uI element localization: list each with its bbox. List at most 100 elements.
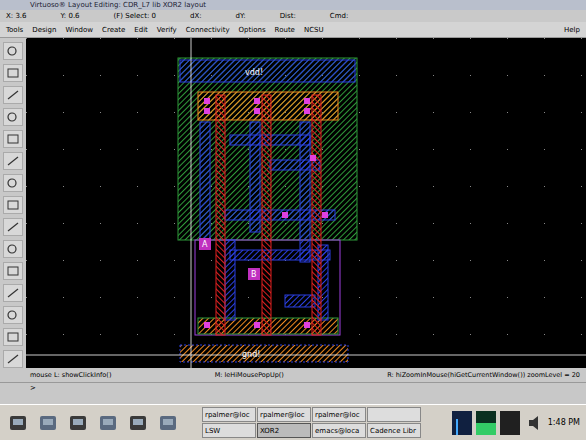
metal1[interactable] [285, 295, 315, 307]
menu-item[interactable]: Route [275, 26, 295, 34]
app-icon [158, 413, 178, 433]
metal1[interactable] [200, 122, 210, 242]
layout-canvas[interactable]: vdd! gnd! A B [26, 38, 586, 368]
tool-button[interactable] [3, 152, 23, 170]
tool-icon [6, 331, 20, 343]
mouse-right: R: hiZoomInMouse(hiGetCurrentWindow()) z… [387, 368, 580, 382]
menu-item[interactable]: Tools [6, 26, 23, 34]
tool-button[interactable] [3, 174, 23, 192]
tool-icon [6, 221, 20, 233]
tool-button[interactable] [3, 130, 23, 148]
task-button[interactable]: rpalmer@loc [257, 407, 311, 422]
tool-icon [6, 45, 20, 57]
pin-label: A [202, 240, 208, 249]
app-icon [68, 413, 88, 433]
help-menu[interactable]: Help [564, 26, 580, 34]
mouse-status-bar: mouse L: showClickInfo() M: leHiMousePop… [0, 368, 586, 382]
launcher-button[interactable] [126, 411, 150, 435]
contact[interactable] [204, 108, 210, 114]
launcher-button[interactable] [66, 411, 90, 435]
launcher-button[interactable] [6, 411, 30, 435]
tool-button[interactable] [3, 218, 23, 236]
tool-icon [6, 309, 20, 321]
contact[interactable] [310, 155, 316, 161]
launcher-button[interactable] [36, 411, 60, 435]
speaker-icon[interactable] [528, 415, 542, 431]
command-prompt[interactable]: > [0, 382, 586, 404]
monitor-graphs-icon [452, 409, 522, 437]
tool-icon [6, 67, 20, 79]
coordinate-field: (F) Select: 0 [114, 10, 156, 22]
rail-label: gnd! [242, 350, 260, 359]
task-button[interactable]: XOR2 [257, 423, 311, 438]
task-button[interactable]: LSW [202, 423, 256, 438]
pin[interactable] [248, 268, 260, 280]
tool-button[interactable] [3, 196, 23, 214]
tool-button[interactable] [3, 262, 23, 280]
gnd-rail[interactable] [180, 345, 348, 362]
launcher-button[interactable] [156, 411, 180, 435]
contact[interactable] [282, 212, 288, 218]
tool-button[interactable] [3, 240, 23, 258]
pin-label: B [251, 270, 257, 279]
poly[interactable] [262, 95, 271, 335]
contact[interactable] [204, 98, 210, 104]
tool-icon [6, 243, 20, 255]
contact[interactable] [322, 212, 328, 218]
tool-icon [6, 133, 20, 145]
tool-icon [6, 287, 20, 299]
menu-item[interactable]: Edit [134, 26, 148, 34]
metal1[interactable] [225, 240, 235, 320]
tool-button[interactable] [3, 306, 23, 324]
menu-item[interactable]: Window [65, 26, 93, 34]
tool-icon [6, 155, 20, 167]
coordinate-field: Dist: [280, 10, 296, 22]
pin[interactable] [199, 238, 211, 250]
task-button[interactable]: Cadence Libr [367, 423, 421, 438]
tool-button[interactable] [3, 350, 23, 368]
menu-item[interactable]: NCSU [304, 26, 324, 34]
tool-icon [6, 199, 20, 211]
tool-bar [0, 38, 26, 368]
crosshair [26, 355, 586, 356]
vdd-rail[interactable] [180, 60, 355, 82]
clock: 1:48 PM [548, 418, 580, 427]
task-button[interactable]: rpalmer@loc [312, 407, 366, 422]
crosshair [191, 38, 192, 368]
contact[interactable] [254, 108, 260, 114]
tool-icon [6, 89, 20, 101]
coordinate-field: Cmd: [330, 10, 349, 22]
virtuoso-screen: Virtuoso® Layout Editing: CDR_L7 lib XOR… [0, 0, 586, 440]
contact[interactable] [304, 322, 310, 328]
menu-item[interactable]: Verify [157, 26, 177, 34]
menu-item[interactable]: Connectivity [186, 26, 230, 34]
tool-button[interactable] [3, 328, 23, 346]
task-button[interactable]: rpalmer@loc [202, 407, 256, 422]
contact[interactable] [254, 98, 260, 104]
rail-label: vdd! [245, 68, 263, 77]
poly[interactable] [216, 95, 225, 335]
menu-item[interactable]: Create [102, 26, 125, 34]
menu-item[interactable]: Design [32, 26, 56, 34]
coordinate-bar: X: 3.6Y: 0.6(F) Select: 0dX:dY:Dist:Cmd: [0, 10, 586, 22]
menu-item[interactable]: Options [239, 26, 266, 34]
contact[interactable] [254, 322, 260, 328]
tool-button[interactable] [3, 42, 23, 60]
contact[interactable] [204, 322, 210, 328]
tool-button[interactable] [3, 86, 23, 104]
menu-bar: Tools Design Window Create Edit Verify Connect… [0, 22, 586, 38]
tool-button[interactable] [3, 284, 23, 302]
coordinate-field: Y: 0.6 [61, 10, 80, 22]
task-button[interactable]: emacs@loca [312, 423, 366, 438]
task-button[interactable] [367, 407, 421, 422]
tool-button[interactable] [3, 108, 23, 126]
contact[interactable] [304, 108, 310, 114]
poly[interactable] [312, 95, 321, 335]
mouse-middle: M: leHiMousePopUp() [215, 368, 284, 382]
tool-icon [6, 177, 20, 189]
contact[interactable] [304, 98, 310, 104]
launcher-button[interactable] [96, 411, 120, 435]
mouse-left: mouse L: showClickInfo() [30, 368, 111, 382]
tool-button[interactable] [3, 64, 23, 82]
workspace: vdd! gnd! A B [0, 38, 586, 368]
